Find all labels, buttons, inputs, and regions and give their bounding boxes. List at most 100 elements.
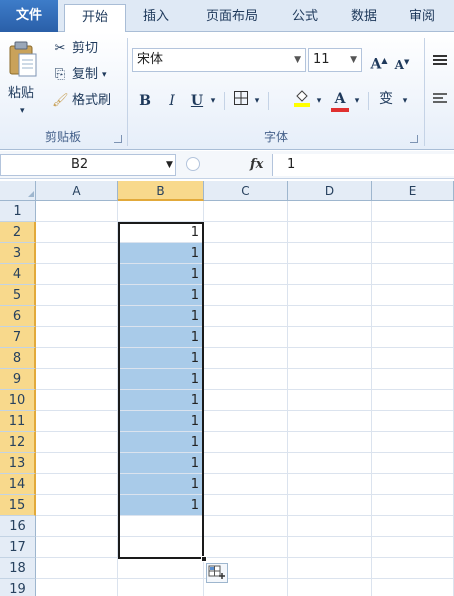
column-header-a[interactable]: A	[36, 181, 118, 201]
cell-e1[interactable]	[372, 201, 454, 222]
cell-b16[interactable]	[118, 516, 204, 537]
select-all-button[interactable]	[0, 181, 36, 201]
cell-e16[interactable]	[372, 516, 454, 537]
cell-e9[interactable]	[372, 369, 454, 390]
row-header[interactable]: 1	[0, 201, 36, 222]
cell-b18[interactable]	[118, 558, 204, 579]
cell-c13[interactable]	[204, 453, 288, 474]
font-size-select[interactable]: 11 ▼	[308, 48, 362, 72]
cell-e7[interactable]	[372, 327, 454, 348]
cell-a18[interactable]	[36, 558, 118, 579]
cell-c4[interactable]	[204, 264, 288, 285]
cell-d13[interactable]	[288, 453, 372, 474]
cell-c2[interactable]	[204, 222, 288, 243]
cell-d2[interactable]	[288, 222, 372, 243]
cell-b14[interactable]: 1	[118, 474, 204, 495]
font-name-select[interactable]: 宋体 ▼	[132, 48, 306, 72]
cell-a4[interactable]	[36, 264, 118, 285]
tab-data[interactable]: 数据	[338, 4, 390, 32]
column-header-e[interactable]: E	[372, 181, 454, 201]
tab-review[interactable]: 审阅	[396, 4, 448, 32]
border-dropdown-arrow[interactable]: ▾	[252, 90, 262, 112]
align-icon[interactable]	[432, 92, 448, 106]
cell-c17[interactable]	[204, 537, 288, 558]
row-header[interactable]: 11	[0, 411, 36, 432]
cell-d10[interactable]	[288, 390, 372, 411]
cell-d16[interactable]	[288, 516, 372, 537]
cell-d3[interactable]	[288, 243, 372, 264]
paste-button-label[interactable]: 粘贴	[8, 82, 34, 101]
cell-c16[interactable]	[204, 516, 288, 537]
cell-e19[interactable]	[372, 579, 454, 596]
cell-c10[interactable]	[204, 390, 288, 411]
cell-b9[interactable]: 1	[118, 369, 204, 390]
cell-b12[interactable]: 1	[118, 432, 204, 453]
cell-b19[interactable]	[118, 579, 204, 596]
cell-e13[interactable]	[372, 453, 454, 474]
cell-b2[interactable]: 1	[118, 222, 204, 243]
formula-bar-resize-handle[interactable]	[186, 157, 200, 171]
cell-c7[interactable]	[204, 327, 288, 348]
column-header-b[interactable]: B	[118, 181, 204, 201]
cell-a19[interactable]	[36, 579, 118, 596]
row-header[interactable]: 3	[0, 243, 36, 264]
cell-a9[interactable]	[36, 369, 118, 390]
tab-home[interactable]: 开始	[64, 4, 126, 33]
cell-b17[interactable]	[118, 537, 204, 558]
row-header[interactable]: 17	[0, 537, 36, 558]
underline-dropdown-arrow[interactable]: ▾	[208, 90, 218, 112]
cell-a2[interactable]	[36, 222, 118, 243]
fill-color-button[interactable]	[290, 88, 314, 110]
cell-b10[interactable]: 1	[118, 390, 204, 411]
cell-a11[interactable]	[36, 411, 118, 432]
cell-e12[interactable]	[372, 432, 454, 453]
cell-c15[interactable]	[204, 495, 288, 516]
cell-e2[interactable]	[372, 222, 454, 243]
column-header-c[interactable]: C	[204, 181, 288, 201]
shrink-font-button[interactable]: A▼	[392, 51, 412, 73]
cell-d7[interactable]	[288, 327, 372, 348]
row-header[interactable]: 8	[0, 348, 36, 369]
grow-font-button[interactable]: A▲	[368, 49, 390, 73]
cell-a17[interactable]	[36, 537, 118, 558]
cell-d14[interactable]	[288, 474, 372, 495]
cell-e4[interactable]	[372, 264, 454, 285]
cell-a7[interactable]	[36, 327, 118, 348]
cell-e11[interactable]	[372, 411, 454, 432]
clipboard-launcher-icon[interactable]	[114, 135, 122, 143]
formula-input[interactable]: 1	[272, 154, 454, 176]
cell-e6[interactable]	[372, 306, 454, 327]
bold-button[interactable]: B	[134, 90, 156, 112]
row-header[interactable]: 16	[0, 516, 36, 537]
fill-handle[interactable]	[201, 556, 207, 562]
font-color-dropdown-arrow[interactable]: ▾	[352, 90, 362, 112]
cell-d1[interactable]	[288, 201, 372, 222]
tab-formulas[interactable]: 公式	[280, 4, 330, 32]
cell-c3[interactable]	[204, 243, 288, 264]
cell-d19[interactable]	[288, 579, 372, 596]
cell-b11[interactable]: 1	[118, 411, 204, 432]
insert-function-button[interactable]: fx	[250, 154, 263, 176]
cell-c9[interactable]	[204, 369, 288, 390]
cell-d18[interactable]	[288, 558, 372, 579]
cell-d8[interactable]	[288, 348, 372, 369]
cell-b3[interactable]: 1	[118, 243, 204, 264]
cell-e3[interactable]	[372, 243, 454, 264]
row-header[interactable]: 15	[0, 495, 36, 516]
row-header[interactable]: 18	[0, 558, 36, 579]
cell-c12[interactable]	[204, 432, 288, 453]
cell-a16[interactable]	[36, 516, 118, 537]
cell-c14[interactable]	[204, 474, 288, 495]
cell-c8[interactable]	[204, 348, 288, 369]
cell-c1[interactable]	[204, 201, 288, 222]
chevron-down-icon[interactable]: ▼	[166, 160, 173, 170]
column-header-d[interactable]: D	[288, 181, 372, 201]
cell-e8[interactable]	[372, 348, 454, 369]
cell-a6[interactable]	[36, 306, 118, 327]
row-header[interactable]: 4	[0, 264, 36, 285]
cell-b13[interactable]: 1	[118, 453, 204, 474]
cell-a3[interactable]	[36, 243, 118, 264]
copy-dropdown-arrow[interactable]: ▾	[102, 64, 107, 86]
cell-d6[interactable]	[288, 306, 372, 327]
align-top-icon[interactable]	[432, 54, 448, 68]
